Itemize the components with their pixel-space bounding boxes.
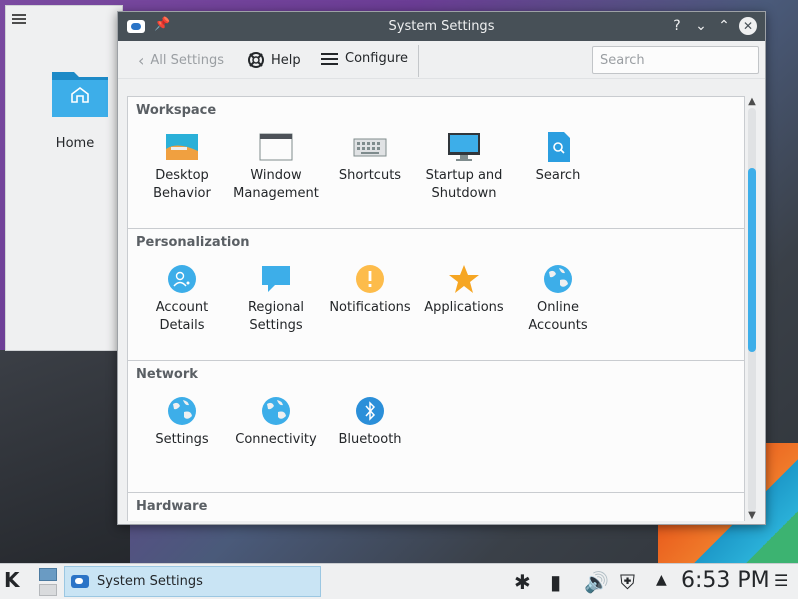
bluetooth-icon [356, 397, 384, 425]
item-label: Desktop Behavior [153, 168, 211, 201]
item-label: Notifications [329, 300, 411, 315]
desktop-behavior-icon [166, 134, 198, 160]
configure-label: Configure [345, 51, 409, 66]
item-label: Bluetooth [338, 432, 402, 447]
maximize-button[interactable]: ⌃ [715, 17, 733, 35]
menu-icon [321, 52, 338, 65]
bluetooth-tray-icon[interactable]: ✱ [514, 570, 531, 594]
group-title: Hardware [136, 499, 208, 514]
lifebuoy-icon [248, 52, 264, 68]
window-management-icon [259, 133, 293, 161]
task-label: System Settings [97, 574, 203, 589]
close-button[interactable]: ✕ [739, 17, 757, 35]
security-shield-icon[interactable]: ⛨ [620, 570, 635, 594]
item-startup-shutdown[interactable]: Startup and Shutdown [417, 131, 511, 203]
all-settings-button[interactable]: ‹ All Settings [138, 51, 224, 70]
item-bluetooth[interactable]: Bluetooth [323, 395, 417, 449]
item-label: Search [535, 168, 581, 183]
item-label: Applications [424, 300, 504, 315]
item-regional-settings[interactable]: Regional Settings [229, 263, 323, 335]
folder-view-widget[interactable]: Home [5, 5, 123, 351]
globe-icon [544, 265, 572, 293]
system-settings-icon [71, 575, 89, 588]
item-connectivity[interactable]: Connectivity [229, 395, 323, 449]
minimize-button[interactable]: ⌄ [692, 17, 710, 35]
kde-menu-icon[interactable]: K [4, 568, 20, 592]
all-settings-label: All Settings [150, 53, 224, 68]
item-label: Regional Settings [247, 300, 305, 333]
item-network-settings[interactable]: Settings [135, 395, 229, 449]
item-applications[interactable]: Applications [417, 263, 511, 317]
titlebar[interactable]: 📌 System Settings ? ⌄ ⌃ ✕ [118, 12, 765, 41]
item-label: Startup and Shutdown [425, 168, 503, 201]
item-label: Online Accounts [528, 300, 588, 333]
group-title: Personalization [136, 235, 250, 250]
item-label: Shortcuts [338, 168, 402, 183]
help-icon[interactable]: ? [668, 17, 686, 35]
scroll-down-icon[interactable]: ▼ [746, 510, 758, 521]
globe-icon [168, 397, 196, 425]
globe-icon [262, 397, 290, 425]
wallpaper-shape [0, 350, 130, 563]
tray-expand-icon[interactable]: ▲ [656, 572, 667, 588]
item-label: Settings [155, 432, 209, 447]
monitor-icon [448, 133, 480, 161]
volume-icon[interactable]: 🔊 [584, 570, 609, 594]
help-label: Help [271, 52, 301, 68]
pager-desktop-2[interactable] [39, 584, 57, 596]
hamburger-menu-icon[interactable] [12, 14, 26, 26]
clock[interactable]: 6:53 PM [681, 568, 770, 593]
chevron-left-icon: ‹ [138, 51, 145, 70]
item-label: Connectivity [235, 432, 317, 447]
group-personalization: Personalization Account Details Regional… [127, 228, 745, 360]
speech-bubble-icon [262, 266, 290, 292]
item-account-details[interactable]: Account Details [135, 263, 229, 335]
item-notifications[interactable]: Notifications [323, 263, 417, 317]
scroll-up-icon[interactable]: ▲ [746, 96, 758, 107]
item-desktop-behavior[interactable]: Desktop Behavior [135, 131, 229, 203]
search-file-icon [548, 132, 570, 162]
scrollbar[interactable]: ▲ ▼ [746, 96, 760, 521]
keyboard-icon [353, 138, 387, 157]
pager-desktop-1[interactable] [39, 568, 57, 581]
item-search[interactable]: Search [511, 131, 605, 185]
taskbar: K System Settings ✱ ▮ 🔊 ⛨ ▲ 6:53 PM ☰ [0, 563, 798, 599]
group-title: Workspace [136, 103, 217, 118]
system-settings-window: 📌 System Settings ? ⌄ ⌃ ✕ ‹ All Settings… [117, 11, 766, 525]
item-window-management[interactable]: Window Management [229, 131, 323, 203]
group-network: Network Settings Connectivity Bluetooth [127, 360, 745, 492]
panel-menu-icon[interactable]: ☰ [774, 571, 788, 590]
notification-icon [356, 265, 384, 293]
scroll-thumb[interactable] [748, 168, 756, 352]
help-button[interactable]: Help [247, 51, 301, 69]
toolbar: ‹ All Settings Help Configure [118, 41, 765, 79]
home-folder-icon[interactable] [50, 64, 110, 120]
settings-categories: Workspace Desktop Behavior Window Manage… [127, 96, 745, 521]
task-system-settings[interactable]: System Settings [64, 566, 321, 597]
group-title: Network [136, 367, 198, 382]
item-label: Account Details [155, 300, 209, 333]
item-shortcuts[interactable]: Shortcuts [323, 131, 417, 185]
user-icon [168, 265, 196, 293]
search-input[interactable] [592, 46, 759, 74]
configure-button[interactable]: Configure [321, 51, 408, 66]
usb-device-icon[interactable]: ▮ [550, 570, 561, 594]
group-hardware: Hardware [127, 492, 745, 521]
item-label: Window Management [233, 168, 319, 201]
group-workspace: Workspace Desktop Behavior Window Manage… [127, 96, 745, 228]
item-online-accounts[interactable]: Online Accounts [511, 263, 605, 335]
star-icon [449, 265, 479, 293]
toolbar-separator [418, 45, 419, 77]
